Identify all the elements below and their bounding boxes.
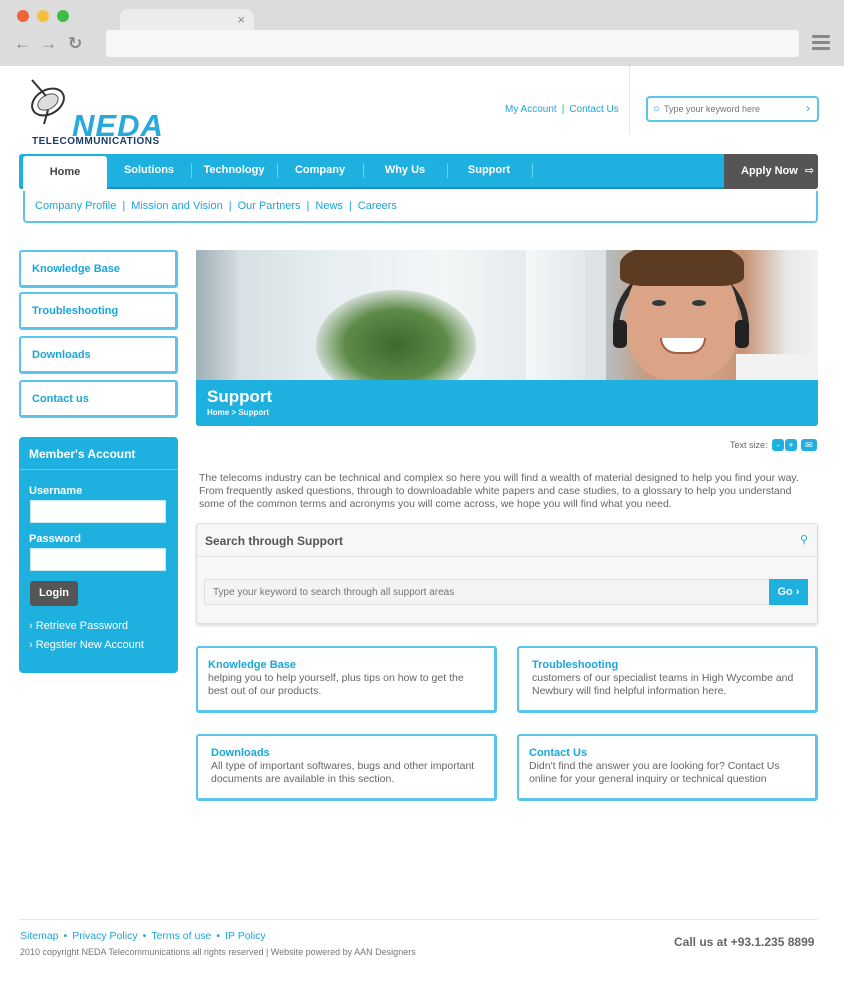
text-decrease-button[interactable]: - [772, 439, 784, 451]
header-search: ○ › [646, 96, 819, 122]
footer-privacy-link[interactable]: Privacy Policy [72, 930, 137, 942]
subnav-mission-and-vision[interactable]: Mission and Vision [131, 200, 223, 212]
maximize-window-icon[interactable] [57, 10, 69, 22]
footer-links: Sitemap • Privacy Policy • Terms of use • IP P… [20, 930, 266, 942]
text-size-label: Text size: [730, 440, 768, 450]
page-title: Support [207, 387, 273, 406]
nav-technology[interactable]: Technology [191, 154, 277, 187]
copyright-text: 2010 copyright NEDA Telecommunications a… [20, 947, 416, 957]
member-account-panel: Member's Account Username Password Login… [19, 437, 178, 673]
tab-close-icon[interactable]: × [237, 12, 245, 27]
support-search-box: Search through Support ⚲ Go › [196, 523, 818, 624]
chevron-right-icon: › [29, 620, 33, 632]
card-text: Didn't find the answer you are looking f… [529, 760, 780, 785]
password-label: Password [29, 533, 81, 545]
card-title[interactable]: Downloads [211, 747, 270, 759]
sidebar-knowledge-base[interactable]: Knowledge Base [19, 250, 178, 288]
username-field[interactable] [30, 500, 166, 523]
menu-icon[interactable] [812, 35, 830, 51]
card-troubleshooting[interactable]: Troubleshooting customers of our special… [517, 646, 818, 713]
close-window-icon[interactable] [17, 10, 29, 22]
card-title[interactable]: Troubleshooting [532, 659, 618, 671]
card-text: helping you to help yourself, plus tips … [208, 672, 464, 697]
header-divider [629, 66, 630, 134]
card-title[interactable]: Contact Us [529, 747, 587, 759]
satellite-dish-icon [31, 79, 65, 125]
nav-home[interactable]: Home [23, 156, 107, 190]
subnav-careers[interactable]: Careers [358, 200, 397, 212]
footer-terms-link[interactable]: Terms of use [151, 930, 211, 942]
support-banner-image [196, 250, 818, 380]
nav-solutions[interactable]: Solutions [107, 154, 191, 187]
nav-company[interactable]: Company [277, 154, 363, 187]
support-search-title: Search through Support [205, 534, 343, 548]
apply-now-button[interactable]: Apply Now ⇨ [724, 154, 818, 189]
search-icon: ⚲ [799, 534, 808, 546]
my-account-link[interactable]: My Account [505, 104, 557, 115]
chevron-right-icon: › [29, 639, 33, 651]
register-account-link[interactable]: › Regstier New Account [29, 639, 144, 651]
forward-icon[interactable]: → [40, 34, 57, 54]
sidebar-troubleshooting[interactable]: Troubleshooting [19, 292, 178, 330]
footer-divider [19, 919, 818, 920]
main-nav: Home Solutions Technology Company Why Us… [19, 154, 818, 190]
page-title-bar: Support Home > Support [196, 380, 818, 426]
subnav-our-partners[interactable]: Our Partners [238, 200, 301, 212]
back-icon[interactable]: ← [14, 34, 31, 54]
call-us-text: Call us at +93.1.235 8899 [674, 935, 815, 949]
sidebar-contact-us[interactable]: Contact us [19, 380, 178, 418]
logo-tagline: TELECOMMUNICATIONS [32, 136, 160, 147]
footer-sitemap-link[interactable]: Sitemap [20, 930, 59, 942]
exit-arrow-icon: ⇨ [804, 165, 815, 177]
subnav-news[interactable]: News [315, 200, 343, 212]
support-search-input[interactable] [204, 579, 770, 605]
breadcrumb: Home > Support [207, 408, 270, 417]
search-go-icon[interactable]: › [806, 101, 810, 115]
retrieve-password-link[interactable]: › Retrieve Password [29, 620, 128, 632]
intro-text: The telecoms industry can be technical a… [199, 472, 799, 510]
card-contact-us[interactable]: Contact Us Didn't find the answer you ar… [517, 734, 818, 801]
contact-us-link[interactable]: Contact Us [569, 104, 618, 115]
browser-tab[interactable]: × [120, 9, 254, 31]
sub-nav: Company Profile | Mission and Vision | Our P… [23, 191, 818, 223]
nav-why-us[interactable]: Why Us [363, 154, 447, 187]
sidebar-downloads[interactable]: Downloads [19, 336, 178, 374]
reload-icon[interactable]: ↻ [68, 34, 82, 54]
browser-chrome: × ← → ↻ [0, 0, 844, 66]
minimize-window-icon[interactable] [37, 10, 49, 22]
header-links: My Account | Contact Us [505, 104, 619, 115]
card-downloads[interactable]: Downloads All type of important software… [196, 734, 497, 801]
support-search-go-button[interactable]: Go › [769, 579, 808, 605]
footer-ip-policy-link[interactable]: IP Policy [225, 930, 266, 942]
card-title[interactable]: Knowledge Base [208, 659, 296, 671]
member-panel-title: Member's Account [29, 447, 136, 461]
text-increase-button[interactable]: + [785, 439, 797, 451]
subnav-company-profile[interactable]: Company Profile [35, 200, 116, 212]
username-label: Username [29, 485, 83, 497]
card-knowledge-base[interactable]: Knowledge Base helping you to help yours… [196, 646, 497, 713]
card-text: customers of our specialist teams in Hig… [532, 672, 794, 697]
login-button[interactable]: Login [30, 581, 78, 606]
neda-logo[interactable]: NEDA TELECOMMUNICATIONS [26, 76, 163, 147]
header-search-input[interactable] [664, 101, 804, 117]
email-icon[interactable]: ✉ [801, 439, 817, 451]
address-bar[interactable] [106, 30, 799, 57]
web-page: NEDA TELECOMMUNICATIONS My Account | Conta… [0, 66, 844, 997]
card-text: All type of important softwares, bugs an… [211, 760, 475, 785]
nav-support[interactable]: Support [447, 154, 531, 187]
search-icon: ○ [653, 103, 660, 115]
apply-now-label: Apply Now [741, 165, 798, 177]
password-field[interactable] [30, 548, 166, 571]
